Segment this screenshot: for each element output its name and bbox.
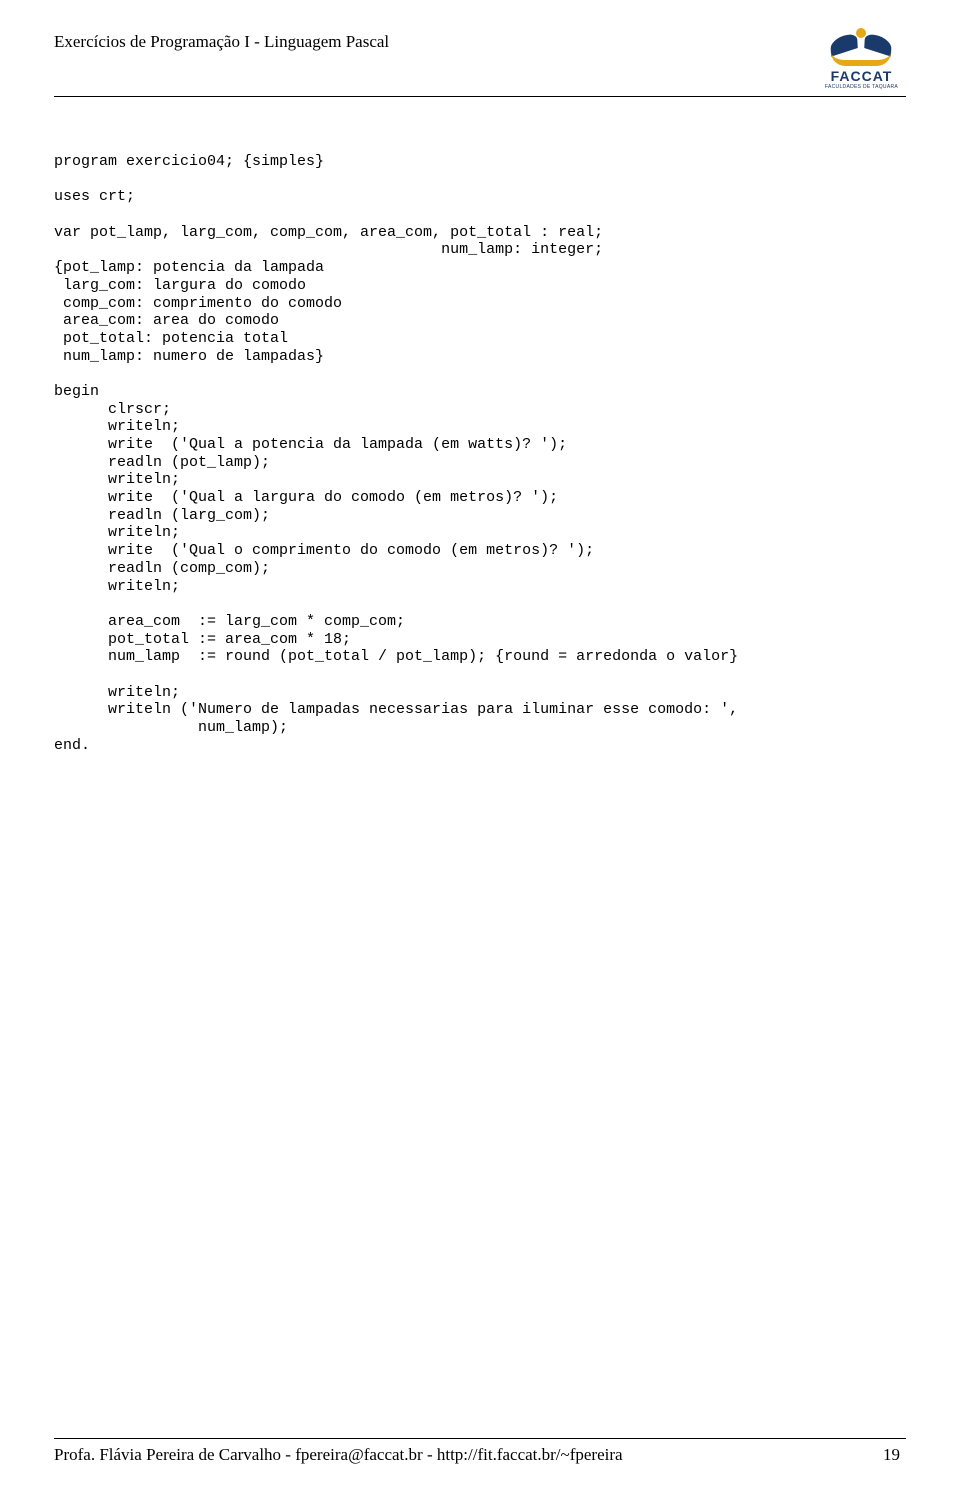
code-line: begin [54, 383, 99, 400]
logo-arc-icon [831, 52, 891, 66]
footer-text: Profa. Flávia Pereira de Carvalho - fper… [54, 1445, 623, 1465]
footer-divider [54, 1438, 906, 1439]
code-line: var pot_lamp, larg_com, comp_com, area_c… [54, 224, 603, 241]
footer-row: Profa. Flávia Pereira de Carvalho - fper… [54, 1445, 906, 1465]
code-line: writeln; [54, 418, 180, 435]
page-footer: Profa. Flávia Pereira de Carvalho - fper… [54, 1438, 906, 1465]
code-line: {pot_lamp: potencia da lampada [54, 259, 324, 276]
code-line: readln (comp_com); [54, 560, 270, 577]
code-block: program exercicio04; {simples} uses crt;… [54, 153, 906, 754]
code-line: writeln; [54, 578, 180, 595]
code-line: writeln; [54, 684, 180, 701]
code-line: pot_total := area_com * 18; [54, 631, 351, 648]
code-line: num_lamp); [54, 719, 288, 736]
code-line: uses crt; [54, 188, 135, 205]
page-header: Exercícios de Programação I - Linguagem … [54, 28, 906, 90]
logo: FACCAT FACULDADES DE TAQUARA [825, 28, 906, 90]
code-line: writeln; [54, 471, 180, 488]
code-line: area_com: area do comodo [54, 312, 279, 329]
code-line: readln (larg_com); [54, 507, 270, 524]
code-line: pot_total: potencia total [54, 330, 288, 347]
header-divider [54, 96, 906, 97]
code-line: num_lamp := round (pot_total / pot_lamp)… [54, 648, 738, 665]
code-line: num_lamp: integer; [54, 241, 603, 258]
code-line: larg_com: largura do comodo [54, 277, 306, 294]
logo-graphic-icon [826, 28, 896, 66]
header-title: Exercícios de Programação I - Linguagem … [54, 28, 389, 52]
logo-subtitle: FACULDADES DE TAQUARA [825, 84, 898, 90]
code-line: write ('Qual a largura do comodo (em met… [54, 489, 558, 506]
code-line: num_lamp: numero de lampadas} [54, 348, 324, 365]
code-line: area_com := larg_com * comp_com; [54, 613, 405, 630]
code-line: writeln ('Numero de lampadas necessarias… [54, 701, 738, 718]
code-line: write ('Qual o comprimento do comodo (em… [54, 542, 594, 559]
code-line: readln (pot_lamp); [54, 454, 270, 471]
code-line: write ('Qual a potencia da lampada (em w… [54, 436, 567, 453]
code-line: clrscr; [54, 401, 171, 418]
page-number: 19 [883, 1445, 906, 1465]
page: Exercícios de Programação I - Linguagem … [0, 0, 960, 1505]
code-line: comp_com: comprimento do comodo [54, 295, 342, 312]
code-line: program exercicio04; {simples} [54, 153, 324, 170]
code-line: end. [54, 737, 90, 754]
code-line: writeln; [54, 524, 180, 541]
logo-name: FACCAT [831, 68, 893, 84]
